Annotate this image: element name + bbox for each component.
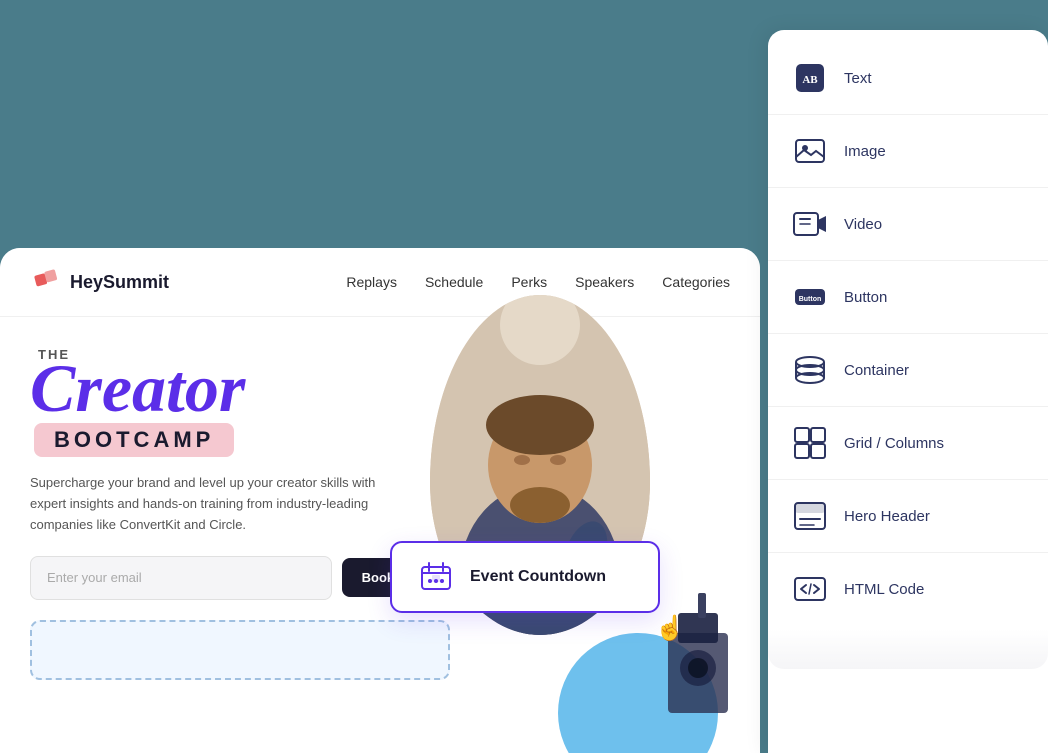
video-icon <box>792 206 828 242</box>
sidebar-label-text: Text <box>844 70 872 87</box>
sidebar-label-html-code: HTML Code <box>844 581 924 598</box>
logo-area: HeySummit <box>30 266 169 298</box>
email-input-wrapper[interactable]: Enter your email <box>30 556 332 600</box>
divider-3 <box>768 260 1048 261</box>
nav-link-schedule[interactable]: Schedule <box>425 274 483 290</box>
image-icon <box>792 133 828 169</box>
email-placeholder: Enter your email <box>47 570 142 585</box>
sidebar-item-text[interactable]: AB Text <box>768 46 1048 110</box>
cursor-hand-icon: ☝️ <box>655 614 685 643</box>
button-icon: Button <box>792 279 828 315</box>
sidebar-label-grid-columns: Grid / Columns <box>844 435 944 452</box>
nav-link-perks[interactable]: Perks <box>511 274 547 290</box>
sidebar-item-video[interactable]: Video <box>768 192 1048 256</box>
hero-header-icon <box>792 498 828 534</box>
sidebar-item-image[interactable]: Image <box>768 119 1048 183</box>
sidebar-item-button[interactable]: Button Button <box>768 265 1048 329</box>
background-teal <box>0 0 760 255</box>
countdown-label: Event Countdown <box>470 568 606 586</box>
svg-text:Button: Button <box>799 296 822 303</box>
event-countdown-badge[interactable]: Event Countdown <box>390 541 660 613</box>
sidebar-label-image: Image <box>844 143 886 160</box>
sidebar-item-html-code[interactable]: HTML Code <box>768 557 1048 621</box>
heysummit-logo-icon <box>30 266 62 298</box>
countdown-icon-wrap <box>416 557 456 597</box>
divider-6 <box>768 479 1048 480</box>
container-icon <box>792 352 828 388</box>
hero-description: Supercharge your brand and level up your… <box>30 473 410 535</box>
sidebar-label-hero-header: Hero Header <box>844 508 930 525</box>
divider-7 <box>768 552 1048 553</box>
grid-columns-icon <box>792 425 828 461</box>
sidebar-label-container: Container <box>844 362 909 379</box>
divider-4 <box>768 333 1048 334</box>
creator-label: Creator <box>30 358 490 419</box>
divider-5 <box>768 406 1048 407</box>
logo-text: HeySummit <box>70 272 169 293</box>
navbar: HeySummit Replays Schedule Perks Speaker… <box>0 248 760 317</box>
text-icon: AB <box>792 60 828 96</box>
bootcamp-label: BOOTCAMP <box>54 427 214 452</box>
bootcamp-badge: BOOTCAMP <box>34 423 234 457</box>
sidebar-item-container[interactable]: Container <box>768 338 1048 402</box>
hero-left: THE Creator BOOTCAMP Supercharge your br… <box>30 347 490 680</box>
sidebar-item-grid-columns[interactable]: Grid / Columns <box>768 411 1048 475</box>
sidebar-item-hero-header[interactable]: Hero Header <box>768 484 1048 548</box>
sidebar-label-video: Video <box>844 216 882 233</box>
html-code-icon <box>792 571 828 607</box>
dashed-placeholder-area <box>30 620 450 680</box>
sidebar-bottom-fade <box>768 629 1048 669</box>
nav-link-categories[interactable]: Categories <box>662 274 730 290</box>
nav-link-speakers[interactable]: Speakers <box>575 274 634 290</box>
nav-links: Replays Schedule Perks Speakers Categori… <box>346 274 730 290</box>
sidebar-panel: AB Text Image Video <box>768 30 1048 753</box>
divider-1 <box>768 114 1048 115</box>
divider-2 <box>768 187 1048 188</box>
sidebar-label-button: Button <box>844 289 887 306</box>
creator-bootcamp-logo: THE Creator BOOTCAMP <box>30 347 490 457</box>
countdown-icon <box>418 559 454 595</box>
nav-link-replays[interactable]: Replays <box>346 274 397 290</box>
svg-text:AB: AB <box>802 74 818 86</box>
